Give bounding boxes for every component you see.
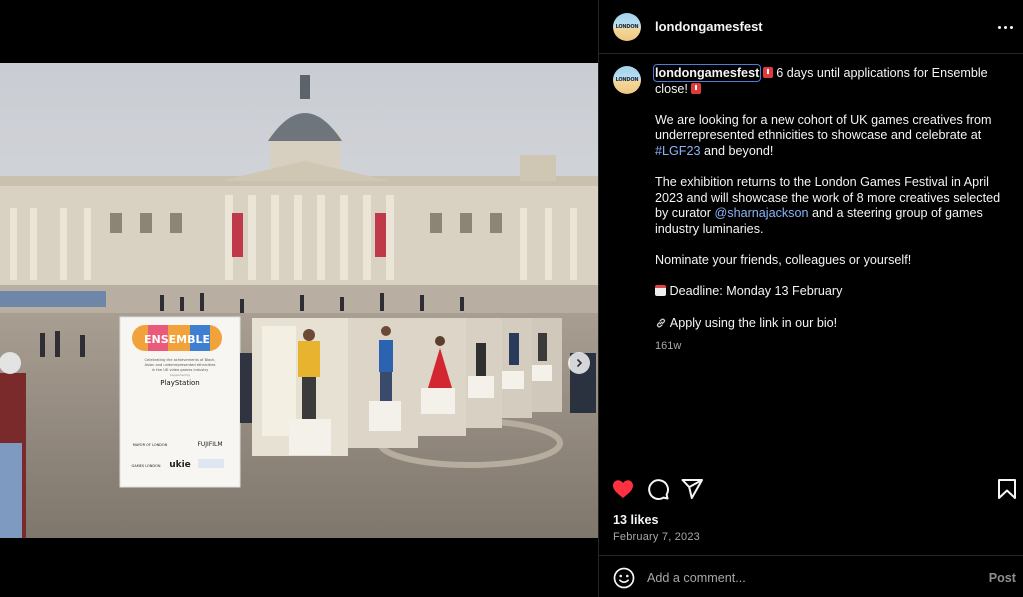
caption-username[interactable]: londongamesfest (652, 64, 762, 82)
svg-text:Asian and underrepresented eth: Asian and underrepresented ethnicities (145, 363, 216, 367)
caption-para2-b: and beyond! (700, 143, 774, 158)
save-button[interactable] (995, 477, 1019, 501)
like-button[interactable] (611, 477, 635, 501)
post-date: February 7, 2023 (613, 531, 700, 543)
emoji-picker-button[interactable] (613, 567, 635, 589)
post-comment-button[interactable]: Post (989, 571, 1016, 585)
calendar-emoji-icon (655, 285, 666, 297)
comment-bar: Post (599, 555, 1023, 597)
caption-para2-a: We are looking for a new cohort of UK ga… (655, 112, 992, 143)
heart-icon (613, 480, 633, 498)
sign-partner-1: MAYOR OF LONDON (133, 443, 168, 447)
post-details-pane: LONDON londongamesfest LONDON londongame… (598, 0, 1023, 597)
sign-title: ENSEMBLE (144, 333, 210, 346)
share-icon (681, 479, 703, 499)
caption-avatar[interactable]: LONDON (613, 66, 641, 94)
sign-supported: Supported by (170, 373, 190, 377)
comment-button[interactable] (646, 477, 670, 501)
action-bar (599, 473, 1023, 503)
caption-avatar-text: LONDON (615, 77, 639, 83)
bookmark-icon (998, 479, 1016, 499)
alarm-emoji-icon (762, 67, 773, 78)
sign-brand: PlayStation (160, 379, 199, 387)
avatar-text: LONDON (615, 23, 639, 30)
post-photo[interactable]: ENSEMBLE Celebrating the achievements of… (0, 63, 598, 538)
avatar[interactable]: LONDON (613, 12, 641, 41)
time-ago[interactable]: 161w (655, 339, 1005, 355)
more-options-icon[interactable] (996, 18, 1014, 36)
header-username[interactable]: londongamesfest (655, 19, 763, 34)
post-header: LONDON londongamesfest (599, 0, 1023, 54)
carousel-next-button[interactable] (568, 352, 590, 374)
share-button[interactable] (680, 477, 704, 501)
photo-illustration: ENSEMBLE Celebrating the achievements of… (0, 63, 598, 538)
link-emoji-icon (656, 318, 666, 327)
caption-para6: Apply using the link in our bio! (667, 315, 838, 330)
sign-partner-3: GAMES LONDON (132, 464, 161, 468)
sign-partner-4: ukie (169, 460, 191, 470)
chevron-right-icon (576, 358, 583, 368)
svg-text:in the UK video games industry: in the UK video games industry (152, 368, 209, 372)
caption-text: londongamesfest 6 days until application… (652, 64, 1005, 355)
media-pane: ENSEMBLE Celebrating the achievements of… (0, 0, 598, 597)
alarm-emoji-icon (691, 82, 702, 94)
hashtag-link[interactable]: #LGF23 (655, 144, 701, 158)
svg-text:Celebrating the achievements o: Celebrating the achievements of Black, (145, 358, 216, 362)
comment-input[interactable] (647, 566, 967, 590)
caption-para4: Nominate your friends, colleagues or you… (655, 253, 912, 268)
sign-partner-2: FUJIFILM (197, 441, 222, 448)
caption-para5: Deadline: Monday 13 February (666, 284, 843, 299)
comment-icon (648, 479, 669, 500)
mention-link[interactable]: @sharnajackson (715, 206, 809, 220)
likes-count[interactable]: 13 likes (613, 513, 659, 527)
emoji-icon (613, 567, 635, 589)
